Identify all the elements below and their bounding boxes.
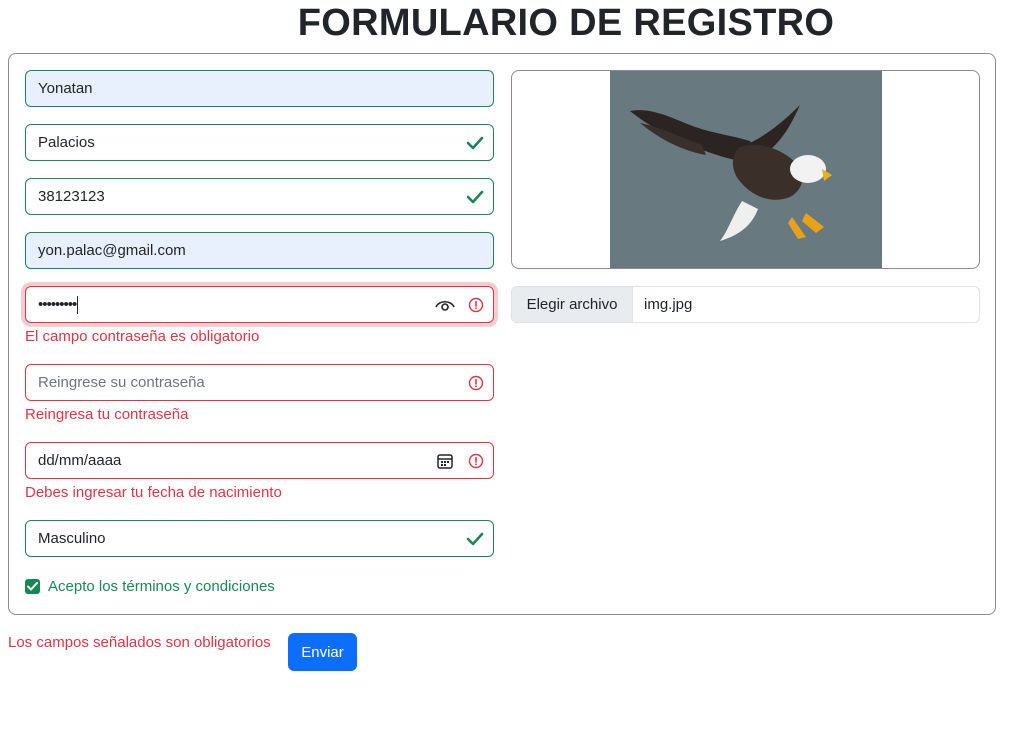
page-title: FORMULARIO DE REGISTRO — [297, 2, 835, 44]
dni-value: 38123123 — [38, 188, 105, 205]
nombre-value: Yonatan — [38, 80, 93, 97]
email-input[interactable]: yon.palac@gmail.com — [25, 232, 494, 269]
exclamation-circle-icon — [468, 287, 484, 322]
check-icon — [466, 179, 484, 214]
check-icon — [466, 521, 484, 556]
check-icon — [466, 125, 484, 160]
required-fields-message: Los campos señalados son obligatorios — [8, 634, 271, 651]
fecha-placeholder: dd/mm/aaaa — [38, 452, 122, 469]
eagle-photo — [610, 71, 882, 268]
password-input[interactable]: ••••••••• — [25, 286, 494, 323]
repassword-placeholder: Reingrese su contraseña — [38, 374, 205, 391]
apellido-input[interactable]: Palacios — [25, 124, 494, 161]
password-value: ••••••••• — [38, 296, 77, 313]
terminos-checkbox[interactable] — [25, 579, 40, 594]
exclamation-circle-icon — [468, 365, 484, 400]
genero-select[interactable]: Masculino — [25, 520, 494, 557]
dni-input[interactable]: 38123123 — [25, 178, 494, 215]
calendar-icon[interactable] — [436, 443, 454, 478]
terminos-label: Acepto los términos y condiciones — [48, 578, 275, 595]
file-input[interactable]: Elegir archivo img.jpg — [511, 286, 980, 323]
email-value: yon.palac@gmail.com — [38, 242, 186, 259]
apellido-value: Palacios — [38, 134, 95, 151]
image-preview — [511, 70, 980, 269]
repassword-input[interactable]: Reingrese su contraseña — [25, 364, 494, 401]
file-name: img.jpg — [644, 296, 693, 313]
eye-icon[interactable] — [435, 287, 455, 322]
exclamation-circle-icon — [468, 443, 484, 478]
repassword-error: Reingresa tu contraseña — [25, 406, 189, 423]
submit-button[interactable]: Enviar — [288, 633, 357, 671]
text-caret — [77, 296, 79, 315]
terminos-checkbox-row[interactable]: Acepto los términos y condiciones — [25, 578, 275, 595]
fecha-input[interactable]: dd/mm/aaaa — [25, 442, 494, 479]
password-error: El campo contraseña es obligatorio — [25, 328, 260, 345]
fecha-error: Debes ingresar tu fecha de nacimiento — [25, 484, 282, 501]
nombre-input[interactable]: Yonatan — [25, 70, 494, 107]
genero-value: Masculino — [38, 530, 106, 547]
choose-file-button[interactable]: Elegir archivo — [512, 287, 633, 322]
